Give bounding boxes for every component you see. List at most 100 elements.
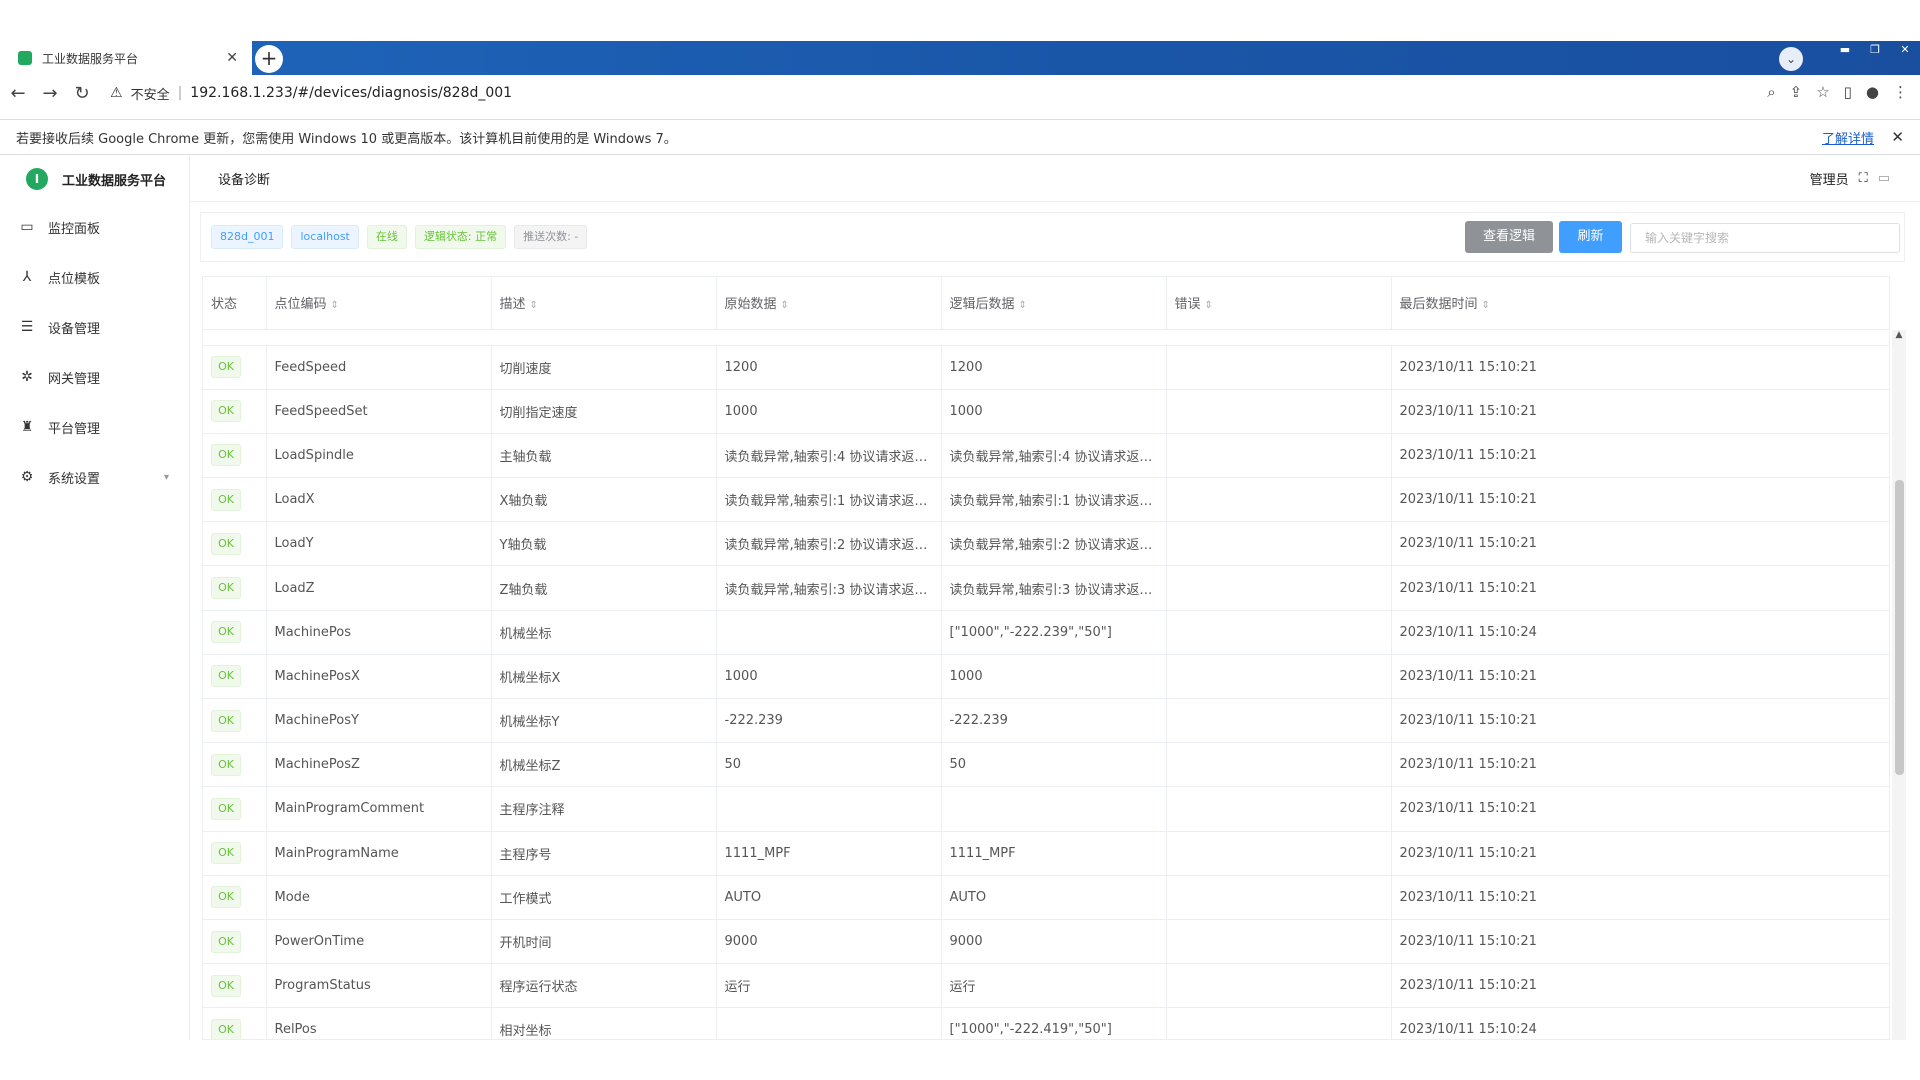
url-text[interactable]: 192.168.1.233/#/devices/diagnosis/828d_0… — [190, 85, 512, 101]
reload-icon[interactable]: ↻ — [68, 83, 96, 104]
cell-desc: 主程序注释 — [491, 786, 717, 832]
sidebar-item-gateway[interactable]: ✲ 网关管理 — [0, 352, 189, 402]
sidebar-item-template[interactable]: ⅄ 点位模板 — [0, 252, 189, 302]
sort-icon[interactable]: ⇕ — [331, 300, 339, 311]
sort-icon[interactable]: ⇕ — [781, 300, 789, 311]
column-label: 最后数据时间 — [1399, 297, 1478, 313]
cell-raw — [716, 1007, 942, 1039]
share-icon[interactable]: ⇪ — [1790, 83, 1803, 101]
status-cell: OK — [203, 831, 267, 876]
cell-code: LoadSpindle — [266, 433, 492, 479]
brand[interactable]: I 工业数据服务平台 — [0, 156, 189, 202]
cell-logic: AUTO — [941, 875, 1167, 920]
platform-icon: ♜ — [20, 419, 34, 435]
search-input[interactable] — [1630, 223, 1900, 253]
restore-icon[interactable]: ❐ — [1860, 41, 1890, 59]
cell-error — [1166, 610, 1392, 655]
status-badge: OK — [211, 842, 241, 865]
column-header-status: 状态 — [203, 277, 267, 330]
status-badge: OK — [211, 709, 241, 732]
bookmark-star-icon[interactable]: ☆ — [1816, 83, 1829, 101]
menu-dots-icon[interactable]: ⋮ — [1893, 83, 1908, 101]
cell-code: LoadX — [266, 477, 492, 523]
new-tab-button[interactable]: + — [255, 45, 283, 73]
forward-icon[interactable]: → — [36, 83, 64, 104]
tab-close-icon[interactable]: ✕ — [226, 50, 238, 66]
column-header-raw[interactable]: 原始数据 ⇕ — [716, 277, 942, 330]
status-badge: OK — [211, 930, 241, 953]
back-icon[interactable]: ← — [4, 83, 32, 104]
sidebar-item-settings[interactable]: ⚙ 系统设置 ▾ — [0, 452, 189, 502]
zoom-icon[interactable]: ⌕ — [1767, 83, 1775, 101]
column-header-error[interactable]: 错误 ⇕ — [1166, 277, 1392, 330]
cell-time: 2023/10/11 15:10:21 — [1391, 389, 1889, 434]
notification-icon[interactable]: ▭ — [1878, 171, 1890, 186]
table-row: OK MachinePos 机械坐标 ["1000","-222.239","50"]… — [203, 610, 1889, 655]
online-status-tag: 在线 — [366, 225, 407, 249]
sort-icon[interactable]: ⇕ — [1482, 300, 1490, 311]
infobar-close-icon[interactable]: ✕ — [1891, 128, 1904, 146]
profile-icon[interactable]: ● — [1866, 83, 1879, 101]
sidebar-item-monitor[interactable]: ▭ 监控面板 — [0, 202, 189, 252]
status-cell: OK — [203, 742, 267, 788]
table-spacer — [203, 329, 1889, 346]
diagnosis-table: 状态 点位编码 ⇕ 描述 ⇕ 原始数据 ⇕ 逻辑后数据 ⇕ 错误 ⇕ 最后数据时间 ⇕ OK… — [202, 276, 1890, 1040]
cell-desc: 相对坐标 — [491, 1007, 717, 1039]
user-name[interactable]: 管理员 — [1810, 169, 1849, 188]
sidebar-item-platform[interactable]: ♜ 平台管理 — [0, 402, 189, 452]
cell-desc: 切削速度 — [491, 345, 717, 390]
status-badge: OK — [211, 797, 241, 820]
refresh-button[interactable]: 刷新 — [1559, 221, 1622, 253]
status-badge: OK — [211, 400, 241, 423]
cell-code: PowerOnTime — [266, 919, 492, 965]
side-panel-icon[interactable]: ▯ — [1844, 83, 1852, 101]
status-badge: OK — [211, 974, 241, 997]
status-badge: OK — [211, 488, 241, 511]
status-badge: OK — [211, 621, 241, 644]
column-header-time[interactable]: 最后数据时间 ⇕ — [1391, 277, 1889, 330]
tab-search-icon[interactable]: ⌄ — [1779, 47, 1803, 71]
cell-code: ProgramStatus — [266, 963, 492, 1009]
column-header-logic[interactable]: 逻辑后数据 ⇕ — [941, 277, 1167, 330]
cell-time: 2023/10/11 15:10:21 — [1391, 477, 1889, 523]
column-header-desc[interactable]: 描述 ⇕ — [491, 277, 717, 330]
sort-icon[interactable]: ⇕ — [1205, 300, 1213, 311]
device-id-tag: 828d_001 — [211, 225, 284, 249]
logic-status-tag: 逻辑状态: 正常 — [414, 225, 507, 249]
header-actions: 管理员 ⛶ ▭ — [1810, 169, 1890, 188]
column-label: 描述 — [499, 297, 526, 313]
cell-logic: 读负载异常,轴索引:1 协议请求返… — [941, 477, 1167, 523]
omnibox[interactable]: ⚠ 不安全 | 192.168.1.233/#/devices/diagnosi… — [110, 84, 512, 103]
table-row: OK ProgramStatus 程序运行状态 运行 运行 2023/10/11 15:1… — [203, 963, 1889, 1009]
close-window-icon[interactable]: ✕ — [1890, 41, 1920, 59]
column-label: 点位编码 — [274, 297, 327, 313]
sort-icon[interactable]: ⇕ — [530, 300, 538, 311]
sidebar-item-device[interactable]: ☰ 设备管理 — [0, 302, 189, 352]
sort-icon[interactable]: ⇕ — [1019, 300, 1027, 311]
address-bar: ← → ↻ ⚠ 不安全 | 192.168.1.233/#/devices/di… — [0, 75, 1920, 111]
cell-time: 2023/10/11 15:10:21 — [1391, 919, 1889, 965]
cell-desc: 开机时间 — [491, 919, 717, 965]
status-badge: OK — [211, 1018, 241, 1039]
cell-time: 2023/10/11 15:10:21 — [1391, 654, 1889, 700]
table-row: OK LoadY Y轴负载 读负载异常,轴索引:2 协议请求返… 读负载异常,轴索引:2… — [203, 521, 1889, 567]
view-logic-button[interactable]: 查看逻辑 — [1465, 221, 1553, 253]
table-scrollbar[interactable]: ▲ — [1892, 330, 1906, 1040]
scrollbar-thumb[interactable] — [1895, 480, 1904, 775]
minimize-icon[interactable]: ▬ — [1830, 41, 1860, 59]
scroll-up-icon[interactable]: ▲ — [1892, 330, 1906, 344]
cell-desc: 主程序号 — [491, 831, 717, 876]
learn-more-link[interactable]: 了解详情 — [1822, 128, 1874, 147]
cell-raw: 读负载异常,轴索引:1 协议请求返… — [716, 477, 942, 523]
table-row: OK LoadX X轴负载 读负载异常,轴索引:1 协议请求返… 读负载异常,轴索引:1… — [203, 477, 1889, 523]
status-cell: OK — [203, 610, 267, 655]
status-cell: OK — [203, 786, 267, 832]
table-row: OK LoadSpindle 主轴负载 读负载异常,轴索引:4 协议请求返… 读负载异常… — [203, 433, 1889, 479]
cell-raw: -222.239 — [716, 698, 942, 744]
fullscreen-icon[interactable]: ⛶ — [1859, 171, 1868, 186]
table-header-row: 状态 点位编码 ⇕ 描述 ⇕ 原始数据 ⇕ 逻辑后数据 ⇕ 错误 ⇕ 最后数据时间 ⇕ — [203, 277, 1889, 330]
browser-tab[interactable]: 工业数据服务平台 ✕ — [8, 41, 248, 75]
column-header-code[interactable]: 点位编码 ⇕ — [266, 277, 492, 330]
cell-time: 2023/10/11 15:10:21 — [1391, 831, 1889, 876]
cell-code: RelPos — [266, 1007, 492, 1039]
